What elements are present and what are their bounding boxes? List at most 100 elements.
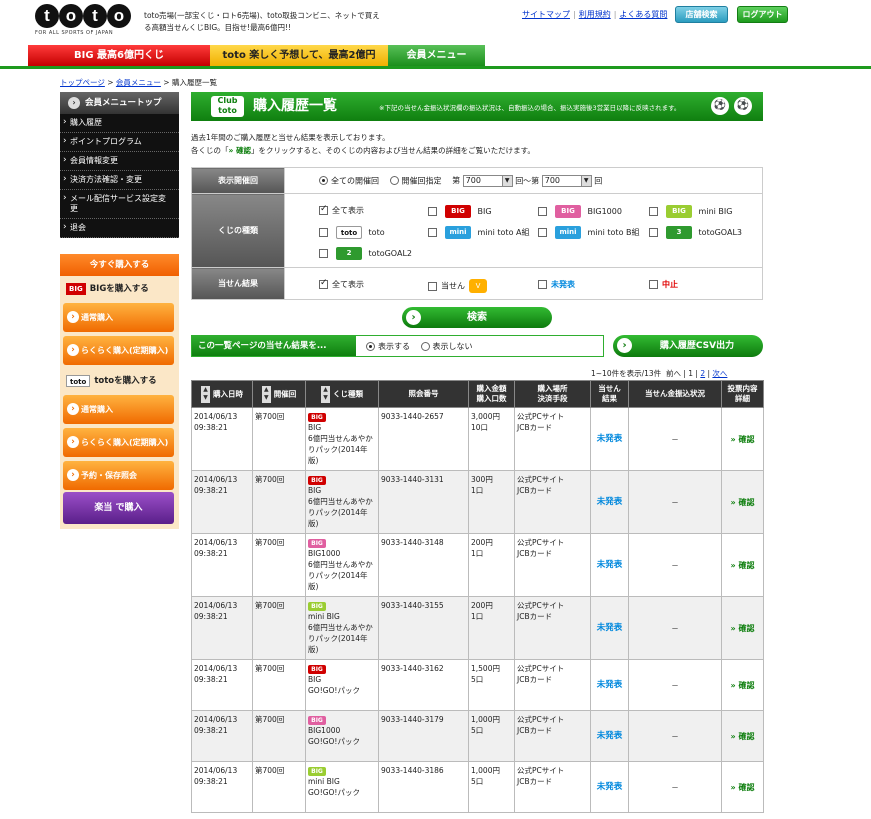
nav-tab-member[interactable]: 会員メニュー: [388, 45, 485, 66]
cell-amount: 1,000円 5口: [468, 761, 515, 813]
checkbox[interactable]: [649, 280, 658, 289]
reservation-button[interactable]: › 予約・保存照会: [63, 461, 174, 490]
cell-ref: 9033-1440-3162: [378, 659, 469, 711]
type-goal2-item[interactable]: 2 totoGOAL2: [319, 247, 412, 260]
type-goal3-item[interactable]: 3 totoGOAL3: [649, 226, 742, 239]
nav-tab-big[interactable]: BIG 最高6億円くじ: [28, 45, 210, 66]
csv-export-button[interactable]: › 購入履歴CSV出力: [613, 335, 763, 357]
type-big1000-item[interactable]: BIG BIG1000: [538, 205, 622, 218]
round-to-select[interactable]: 700 ▼: [541, 174, 592, 187]
breadcrumb-member[interactable]: 会員メニュー: [116, 78, 161, 87]
page-2-link[interactable]: 2: [700, 369, 705, 378]
cell-transfer: －: [628, 470, 722, 534]
sitemap-link[interactable]: サイトマップ: [522, 10, 570, 19]
detail-confirm-link[interactable]: » 確認: [731, 624, 755, 633]
sidebar-item-withdraw[interactable]: 退会: [60, 219, 179, 238]
sort-icon[interactable]: ▲ ▼: [261, 385, 271, 403]
round-all-radio[interactable]: [319, 176, 328, 185]
search-button[interactable]: › 検索: [402, 307, 552, 328]
cell-kind: BIG BIG 6億円当せんあやかりパック(2014年版): [305, 407, 379, 471]
sort-icon[interactable]: ▲ ▼: [201, 385, 210, 403]
cell-place: 公式PCサイト JCBカード: [514, 710, 591, 762]
col-transfer: 当せん金振込状況: [628, 380, 722, 408]
checkbox[interactable]: [319, 278, 328, 289]
cell-round: 第700回: [252, 596, 306, 660]
title-note: ※下記の当せん金振込状況欄の振込状況は、自動振込の場合、振込実施後3営業日以降に…: [379, 104, 681, 112]
cell-transfer: －: [628, 533, 722, 597]
table-row: 2014/06/13 09:38:21 第700回 BIG mini BIG GO!GO!…: [191, 761, 764, 813]
round-spec-radio[interactable]: [389, 176, 399, 185]
sidebar-item-mail[interactable]: メール配信サービス設定変更: [60, 190, 179, 219]
col-round[interactable]: ▲ ▼ 開催回: [252, 380, 306, 408]
filter-result-label: 当せん結果: [191, 267, 285, 300]
checkbox[interactable]: [319, 249, 328, 258]
rakuban-buy-button[interactable]: 楽当 で購入: [63, 492, 174, 524]
col-place: 購入場所 決済手段: [514, 380, 591, 408]
checkbox[interactable]: [319, 228, 328, 237]
checkbox[interactable]: [649, 207, 658, 216]
detail-confirm-link[interactable]: » 確認: [731, 498, 755, 507]
result-all-item[interactable]: 全て表示: [319, 278, 364, 290]
sidebar-item-profile[interactable]: 会員情報変更: [60, 152, 179, 171]
cell-date: 2014/06/13 09:38:21: [191, 470, 253, 534]
type-minitoto-b-item[interactable]: mini mini toto B組: [538, 226, 640, 239]
toto-normal-buy-button[interactable]: › 通常購入: [63, 395, 174, 424]
checkbox[interactable]: [538, 280, 547, 289]
sidebar-item-history[interactable]: 購入履歴: [60, 114, 179, 133]
hide-result-radio[interactable]: [420, 342, 430, 351]
type-all-checkbox-item[interactable]: 全て表示: [319, 204, 364, 216]
cell-transfer: －: [628, 596, 722, 660]
detail-confirm-link[interactable]: » 確認: [731, 435, 755, 444]
checkbox[interactable]: [538, 207, 547, 216]
breadcrumb: トップページ > 会員メニュー > 購入履歴一覧: [60, 78, 217, 87]
type-minitoto-a-item[interactable]: mini mini toto A組: [428, 226, 529, 239]
sort-icon[interactable]: ▲ ▼: [321, 385, 330, 403]
cell-date: 2014/06/13 09:38:21: [191, 596, 253, 660]
toto-regular-buy-button[interactable]: › らくらく購入(定期購入): [63, 428, 174, 457]
type-minibig-item[interactable]: BIG mini BIG: [649, 205, 732, 218]
big-regular-buy-button[interactable]: › らくらく購入(定期購入): [63, 336, 174, 365]
detail-confirm-link[interactable]: » 確認: [731, 561, 755, 570]
logo-letter: o: [107, 4, 131, 28]
sidebar-item-payment[interactable]: 決済方法確認・変更: [60, 171, 179, 190]
cell-round: 第700回: [252, 710, 306, 762]
detail-confirm-link[interactable]: » 確認: [731, 783, 755, 792]
detail-confirm-link[interactable]: » 確認: [731, 732, 755, 741]
detail-confirm-link[interactable]: » 確認: [731, 681, 755, 690]
header-tagline: toto売場(一部宝くじ・ロト6売場)、toto取扱コンビニ、ネットで買える高額…: [144, 11, 380, 32]
cell-result: 未発表: [590, 659, 629, 711]
result-win-item[interactable]: 当せん V: [428, 279, 487, 293]
col-kind[interactable]: ▲ ▼ くじ種類: [305, 380, 379, 408]
toto-logo[interactable]: t o t o FOR ALL SPORTS OF JAPAN: [35, 4, 133, 36]
type-big-item[interactable]: BIG BIG: [428, 205, 492, 218]
sidebar-member-top[interactable]: › 会員メニュートップ: [60, 92, 179, 114]
big-normal-buy-button[interactable]: › 通常購入: [63, 303, 174, 332]
toto-logo-small: toto: [336, 226, 362, 239]
result-cancel-item[interactable]: 中止: [649, 279, 678, 290]
checkbox[interactable]: [428, 228, 437, 237]
store-search-button[interactable]: 店舗検索: [675, 6, 728, 23]
nav-tab-toto[interactable]: toto 楽しく予想して、最高2億円: [210, 45, 388, 66]
page-title: 購入履歴一覧: [253, 98, 337, 114]
next-page-link[interactable]: 次へ: [712, 369, 727, 378]
logout-button[interactable]: ログアウト: [737, 6, 788, 23]
checkbox[interactable]: [319, 204, 328, 215]
checkbox[interactable]: [538, 228, 547, 237]
table-row: 2014/06/13 09:38:21 第700回 BIG BIG GO!GO!パック 90…: [191, 659, 764, 711]
sidebar-item-points[interactable]: ポイントプログラム: [60, 133, 179, 152]
checkbox[interactable]: [428, 281, 437, 291]
round-from-select[interactable]: 700 ▼: [462, 174, 513, 187]
checkbox[interactable]: [649, 228, 658, 237]
type-toto-item[interactable]: toto toto: [319, 226, 385, 239]
breadcrumb-top[interactable]: トップページ: [60, 78, 105, 87]
result-pending-item[interactable]: 未発表: [538, 279, 575, 290]
checkbox[interactable]: [428, 207, 437, 216]
terms-link[interactable]: 利用規約: [579, 10, 611, 19]
col-date[interactable]: ▲ ▼ 購入日時: [191, 380, 253, 408]
header-links: サイトマップ | 利用規約 | よくある質問: [522, 10, 668, 19]
faq-link[interactable]: よくある質問: [619, 10, 667, 19]
cell-detail: » 確認: [721, 533, 764, 597]
show-result-radio[interactable]: [366, 342, 375, 351]
big1000-logo: BIG: [555, 205, 581, 218]
confirm-keyword: » 確認: [228, 146, 251, 155]
